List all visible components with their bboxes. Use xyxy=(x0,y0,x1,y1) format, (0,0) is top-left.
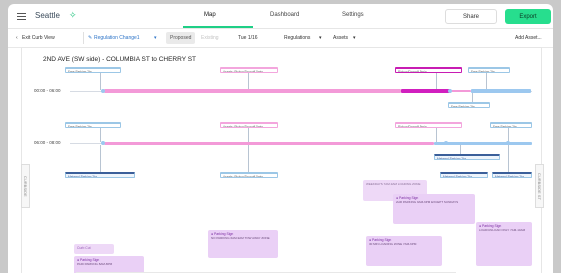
chevron-down-icon: ▾ xyxy=(154,35,157,41)
regulation-chip[interactable]: Assets: Pickup/Dropoff 5min xyxy=(220,122,278,128)
date-selector[interactable]: Tue 1/16 xyxy=(238,35,258,41)
asset-card-body: 2HR PARKING 9AM-6PM EXCEPT SUNDAYS xyxy=(396,200,459,204)
export-button[interactable]: Export xyxy=(505,9,551,24)
timeline-segment-magenta[interactable] xyxy=(401,89,451,93)
chevron-down-icon: ▾ xyxy=(319,35,322,41)
regulation-chip[interactable]: Free Parking 2hr xyxy=(490,122,532,128)
brand-name: Seattle xyxy=(35,11,60,20)
active-tab-indicator xyxy=(183,26,253,28)
left-curbside-tab[interactable]: CURBSIDE xyxy=(21,164,30,208)
regulation-change-dropdown[interactable]: Regulation Change1 xyxy=(94,35,140,41)
tab-dashboard[interactable]: Dashboard xyxy=(270,12,299,18)
timeline-node[interactable] xyxy=(448,89,452,93)
regulation-chip[interactable]: Free Parking 2hr xyxy=(65,122,121,128)
connector xyxy=(436,128,437,142)
timeline-segment-pink[interactable] xyxy=(451,90,471,92)
asset-card-body: NO PARKING 6AM-9AM TOW AWAY ZONE xyxy=(211,236,270,240)
regulation-chip[interactable]: Pickup/Dropoff 5min xyxy=(395,122,462,128)
timeline-node[interactable] xyxy=(101,89,105,93)
street-segment-title: 2ND AVE (SW side) - COLUMBIA ST to CHERR… xyxy=(43,56,197,63)
existing-toggle[interactable]: Existing xyxy=(201,35,219,41)
timeline-segment-pink[interactable] xyxy=(104,142,434,145)
connector xyxy=(100,128,101,142)
connector xyxy=(508,145,509,174)
regulation-chip[interactable]: Metered Parking 2hr xyxy=(65,172,135,178)
timeline-label: 06:00 - 08:00 xyxy=(34,140,61,145)
timeline-node[interactable] xyxy=(101,141,105,145)
connector xyxy=(248,128,249,142)
timeline-segment-blue[interactable] xyxy=(471,89,531,93)
asset-card[interactable]: ● Parking Sign PAID PARKING 8AM-8PM xyxy=(74,256,144,273)
asset-card[interactable]: ● Parking Sign NO PARKING 6AM-9AM TOW AW… xyxy=(208,230,278,258)
timeline-segment-pink[interactable] xyxy=(104,89,401,93)
asset-card-title: Curb Cut xyxy=(77,246,91,250)
asset-card-body: 30 MIN LOADING ZONE 7AM-6PM xyxy=(369,242,417,246)
regulation-chip[interactable]: Metered Parking 2hr xyxy=(440,172,488,178)
connector xyxy=(248,145,249,174)
app-window: Seattle ✧ Map Dashboard Settings Share E… xyxy=(8,4,553,273)
regulation-chip[interactable]: Pickup/Dropoff 5min xyxy=(395,67,462,73)
regulation-chip[interactable]: Free Parking 2hr xyxy=(468,67,510,73)
connector xyxy=(248,73,249,90)
curb-toolbar: ‹ Exit Curb View ✎ Regulation Change1 ▾ … xyxy=(8,29,553,48)
exit-curb-view-button[interactable]: Exit Curb View xyxy=(22,35,55,41)
regulation-chip[interactable]: Free Parking 2hr xyxy=(65,67,121,73)
timeline-segment-blue[interactable] xyxy=(434,142,532,145)
add-asset-button[interactable]: Add Asset... xyxy=(515,35,542,41)
regulation-chip[interactable]: Free Parking 2hr xyxy=(448,102,490,108)
asset-card[interactable]: ● Parking Sign 2HR PARKING 9AM-6PM EXCEP… xyxy=(393,194,475,224)
connector xyxy=(100,73,101,90)
top-navigation-bar: Seattle ✧ Map Dashboard Settings Share E… xyxy=(8,4,553,29)
right-curbside-tab[interactable]: CURBSIDE ST xyxy=(535,164,544,208)
asset-card[interactable]: Curb Cut xyxy=(74,244,114,254)
chevron-down-icon: ▾ xyxy=(353,35,356,41)
connector xyxy=(486,73,487,90)
timeline-node[interactable] xyxy=(444,141,448,145)
timeline-label: 00:00 - 06:00 xyxy=(34,88,61,93)
asset-card[interactable]: ● Parking Sign 30 MIN LOADING ZONE 7AM-6… xyxy=(366,236,442,266)
green-sparkle-icon: ✧ xyxy=(69,10,77,20)
asset-card-body: WEEKDAYS 7AM-9AM LOADING ZONE xyxy=(366,182,421,186)
connector xyxy=(436,73,437,90)
tab-settings[interactable]: Settings xyxy=(342,12,364,18)
asset-card-body: LOAD/UNLOAD ONLY 7AM-10AM xyxy=(479,228,526,232)
connector xyxy=(508,128,509,142)
assets-dropdown[interactable]: Assets xyxy=(333,35,348,41)
proposed-toggle[interactable]: Proposed xyxy=(166,32,196,44)
regulation-chip[interactable]: Assets: Pickup/Dropoff 5min xyxy=(220,172,278,178)
tab-map[interactable]: Map xyxy=(204,12,216,18)
menu-icon[interactable] xyxy=(17,13,26,20)
back-chevron-icon[interactable]: ‹ xyxy=(16,35,18,41)
asset-card[interactable]: ● Parking Sign LOAD/UNLOAD ONLY 7AM-10AM xyxy=(476,222,532,266)
regulations-dropdown[interactable]: Regulations xyxy=(284,35,310,41)
connector xyxy=(100,145,101,174)
regulation-icon: ✎ xyxy=(88,35,93,41)
asset-card-body: PAID PARKING 8AM-8PM xyxy=(77,262,113,266)
regulation-chip[interactable]: Metered Parking 2hr xyxy=(492,172,532,178)
regulation-chip[interactable]: Metered Parking 2hr xyxy=(434,154,500,160)
regulation-chip[interactable]: Assets: Pickup/Dropoff 5min xyxy=(220,67,278,73)
divider xyxy=(83,32,84,44)
share-button[interactable]: Share xyxy=(445,9,497,24)
